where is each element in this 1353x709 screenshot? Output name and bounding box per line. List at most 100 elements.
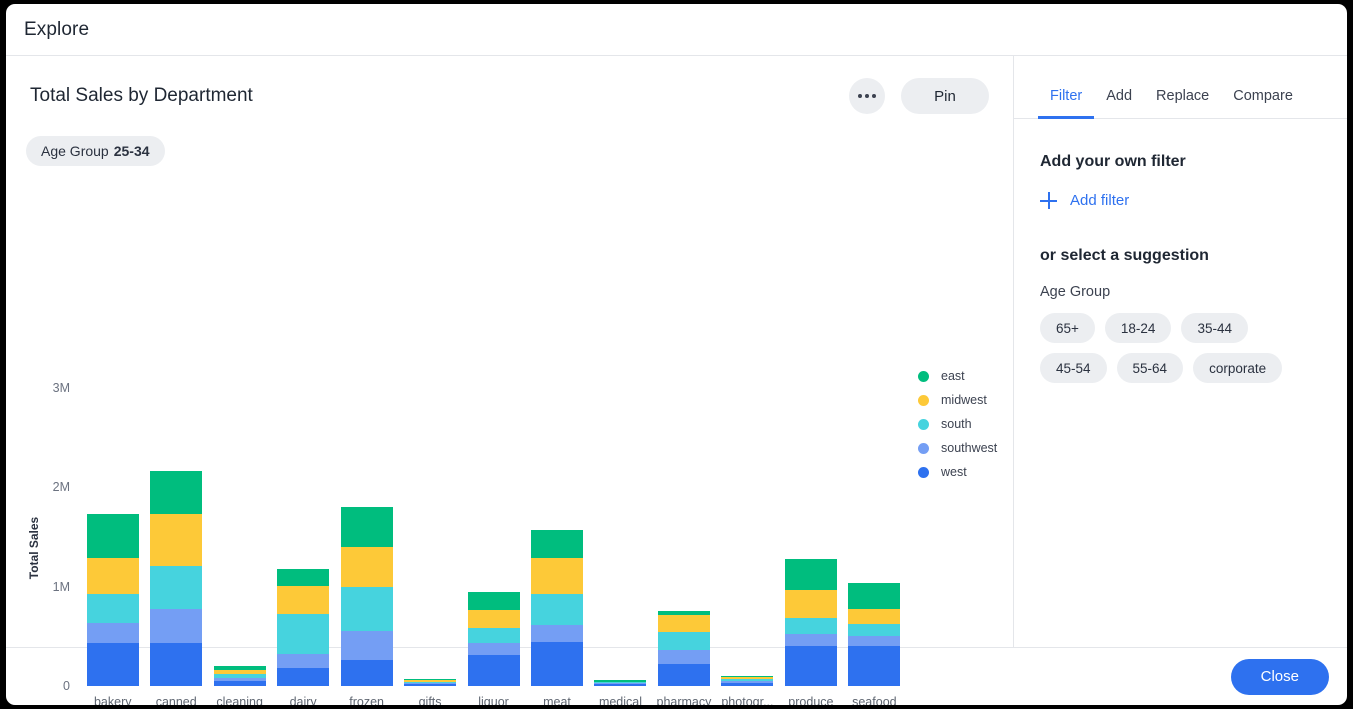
stacked-bar[interactable] (150, 471, 202, 686)
bar-column[interactable]: photogr... (716, 388, 779, 686)
bar-segment-south[interactable] (848, 624, 900, 636)
bar-segment-south[interactable] (658, 632, 710, 650)
bar-column[interactable]: gifts (398, 388, 461, 686)
bar-segment-southwest[interactable] (341, 631, 393, 660)
bar-segment-south[interactable] (468, 628, 520, 643)
bar-segment-southwest[interactable] (277, 654, 329, 668)
stacked-bar[interactable] (848, 583, 900, 686)
bar-segment-east[interactable] (341, 507, 393, 547)
legend-item[interactable]: midwest (918, 393, 997, 407)
tab-add[interactable]: Add (1094, 88, 1144, 118)
bar-segment-south[interactable] (785, 618, 837, 634)
bar-segment-south[interactable] (150, 566, 202, 609)
bar-segment-west[interactable] (658, 664, 710, 686)
bar-segment-west[interactable] (150, 643, 202, 686)
bar-segment-midwest[interactable] (658, 615, 710, 632)
bar-segment-midwest[interactable] (150, 514, 202, 566)
bar-segment-southwest[interactable] (658, 650, 710, 664)
bar-segment-east[interactable] (150, 471, 202, 514)
more-options-button[interactable] (849, 78, 885, 114)
bar-segment-southwest[interactable] (848, 636, 900, 646)
bar-segment-west[interactable] (404, 684, 456, 686)
stacked-bar[interactable] (658, 611, 710, 686)
legend-item[interactable]: west (918, 465, 997, 479)
suggestion-chip[interactable]: 55-64 (1117, 353, 1184, 383)
bar-segment-southwest[interactable] (468, 643, 520, 655)
bar-segment-midwest[interactable] (531, 558, 583, 594)
stacked-bar[interactable] (404, 679, 456, 686)
bar-segment-west[interactable] (594, 684, 646, 686)
bar-segment-west[interactable] (87, 643, 139, 686)
bar-segment-west[interactable] (721, 683, 773, 686)
pin-button[interactable]: Pin (901, 78, 989, 114)
stacked-bar[interactable] (87, 514, 139, 686)
bar-column[interactable]: medical (589, 388, 652, 686)
plus-icon (1040, 192, 1057, 209)
bar-segment-west[interactable] (214, 681, 266, 686)
stacked-bar[interactable] (468, 592, 520, 686)
bar-segment-west[interactable] (848, 646, 900, 686)
bar-column[interactable]: dairy (271, 388, 334, 686)
bar-segment-midwest[interactable] (848, 609, 900, 624)
bar-segment-midwest[interactable] (277, 586, 329, 614)
bar-segment-midwest[interactable] (785, 590, 837, 618)
suggestion-chip[interactable]: 35-44 (1181, 313, 1248, 343)
stacked-bar[interactable] (277, 569, 329, 686)
bar-segment-west[interactable] (468, 655, 520, 686)
stacked-bar[interactable] (214, 666, 266, 686)
stacked-bar[interactable] (594, 680, 646, 686)
bar-segment-east[interactable] (785, 559, 837, 590)
bar-segment-south[interactable] (87, 594, 139, 623)
legend-item[interactable]: southwest (918, 441, 997, 455)
bar-column[interactable]: cleaning supplies (208, 388, 271, 686)
bar-column[interactable]: canned goods (144, 388, 207, 686)
bar-segment-south[interactable] (341, 587, 393, 631)
tab-replace[interactable]: Replace (1144, 88, 1221, 118)
bar-segment-east[interactable] (531, 530, 583, 558)
bar-column[interactable]: bakery (81, 388, 144, 686)
close-button[interactable]: Close (1231, 659, 1329, 695)
bar-column[interactable]: pharmacy (652, 388, 715, 686)
stacked-bar[interactable] (721, 676, 773, 686)
bar-column[interactable]: meat (525, 388, 588, 686)
bar-column[interactable]: seafood (843, 388, 906, 686)
bar-segment-midwest[interactable] (87, 558, 139, 594)
suggestion-chip[interactable]: 45-54 (1040, 353, 1107, 383)
bar-segment-east[interactable] (468, 592, 520, 610)
tab-compare[interactable]: Compare (1221, 88, 1305, 118)
legend-label: midwest (941, 393, 987, 407)
suggestion-chip[interactable]: corporate (1193, 353, 1282, 383)
bar-segment-southwest[interactable] (785, 634, 837, 646)
bar-segment-midwest[interactable] (468, 610, 520, 628)
bar-segment-south[interactable] (277, 614, 329, 654)
bar-segment-west[interactable] (341, 660, 393, 686)
filter-chip-age-group[interactable]: Age Group 25-34 (26, 136, 165, 166)
bar-segment-southwest[interactable] (150, 609, 202, 643)
bar-segment-west[interactable] (785, 646, 837, 686)
suggestion-chip-list: 65+ 18-24 35-44 45-54 55-64 corporate (1040, 313, 1321, 383)
bar-column[interactable]: liquor (462, 388, 525, 686)
stacked-bar[interactable] (341, 507, 393, 686)
bar-segment-midwest[interactable] (341, 547, 393, 587)
tab-filter[interactable]: Filter (1038, 88, 1094, 118)
bar-column[interactable]: produce (779, 388, 842, 686)
bar-segment-east[interactable] (277, 569, 329, 586)
add-filter-button[interactable]: Add filter (1040, 192, 1129, 209)
bar-segment-southwest[interactable] (87, 623, 139, 643)
bar-segment-east[interactable] (87, 514, 139, 558)
y-axis-tick: 2M (53, 480, 70, 494)
bar-column[interactable]: frozen goods (335, 388, 398, 686)
bar-segment-west[interactable] (277, 668, 329, 686)
stacked-bar[interactable] (531, 530, 583, 686)
legend-item[interactable]: south (918, 417, 997, 431)
add-filter-label: Add filter (1070, 192, 1129, 209)
bar-segment-south[interactable] (531, 594, 583, 625)
suggestion-chip[interactable]: 18-24 (1105, 313, 1172, 343)
stacked-bar[interactable] (785, 559, 837, 686)
bar-segment-east[interactable] (848, 583, 900, 609)
bar-segment-southwest[interactable] (531, 625, 583, 642)
suggestion-chip[interactable]: 65+ (1040, 313, 1095, 343)
x-axis-tick: photogr... (713, 695, 781, 705)
bar-segment-west[interactable] (531, 642, 583, 686)
legend-item[interactable]: east (918, 369, 997, 383)
